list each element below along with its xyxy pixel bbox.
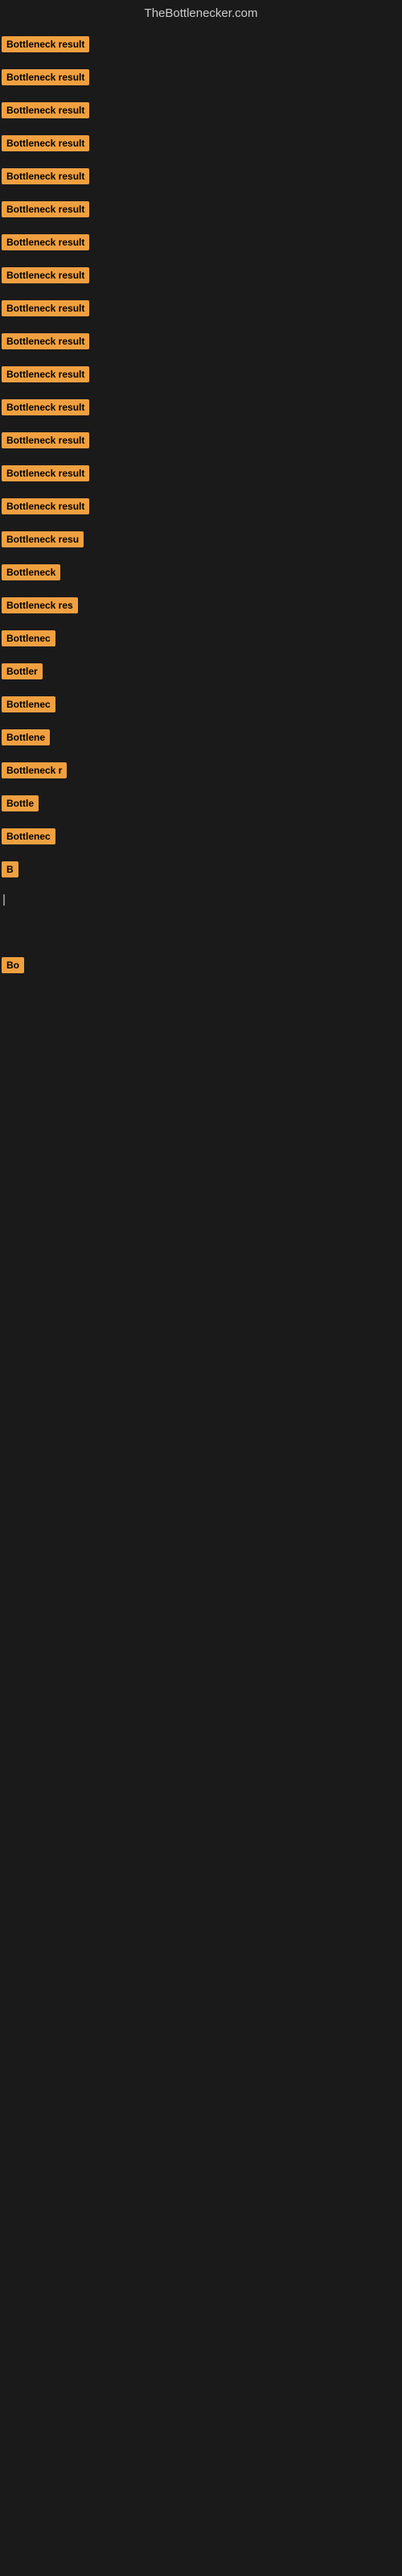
bottleneck-badge[interactable]: Bottle xyxy=(2,795,39,811)
bottleneck-badge[interactable]: Bottleneck result xyxy=(2,333,89,349)
list-item: Bottleneck res xyxy=(2,591,402,624)
bottleneck-badge[interactable]: Bottleneck result xyxy=(2,36,89,52)
bottleneck-badge[interactable]: Bottleneck result xyxy=(2,465,89,481)
list-item xyxy=(2,888,402,912)
site-header: TheBottlenecker.com xyxy=(0,0,402,30)
list-item: Bottleneck result xyxy=(2,261,402,294)
list-item: Bottleneck result xyxy=(2,393,402,426)
list-item: Bottleneck result xyxy=(2,162,402,195)
separator xyxy=(3,894,5,906)
list-item: Bo xyxy=(2,951,402,984)
list-item: Bottleneck result xyxy=(2,228,402,261)
bottleneck-badge[interactable]: Bottlenec xyxy=(2,828,55,844)
bottleneck-badge[interactable]: Bottleneck result xyxy=(2,135,89,151)
list-item: Bottleneck result xyxy=(2,426,402,459)
list-item: Bottlenec xyxy=(2,822,402,855)
bottleneck-badge[interactable]: Bottleneck result xyxy=(2,366,89,382)
list-item: Bottlenec xyxy=(2,624,402,657)
bottleneck-badge[interactable]: B xyxy=(2,861,18,877)
bottleneck-badge[interactable]: Bottleneck result xyxy=(2,102,89,118)
list-item: Bottleneck result xyxy=(2,195,402,228)
list-item: Bottleneck result xyxy=(2,294,402,327)
bottleneck-badge[interactable]: Bottleneck result xyxy=(2,300,89,316)
list-item xyxy=(2,1009,402,1022)
bottleneck-badge[interactable]: Bottleneck r xyxy=(2,762,67,778)
list-item: Bottleneck xyxy=(2,558,402,591)
list-item: Bottleneck result xyxy=(2,492,402,525)
list-item: Bottleneck result xyxy=(2,96,402,129)
list-item: Bottle xyxy=(2,789,402,822)
bottleneck-badge[interactable]: Bottleneck result xyxy=(2,267,89,283)
bottleneck-badge[interactable]: Bottleneck result xyxy=(2,432,89,448)
bottleneck-badge[interactable]: Bottlenec xyxy=(2,696,55,712)
bottleneck-badge[interactable]: Bottleneck resu xyxy=(2,531,84,547)
list-item: Bottlene xyxy=(2,723,402,756)
list-item: B xyxy=(2,855,402,888)
bottleneck-badge[interactable]: Bottlenec xyxy=(2,630,55,646)
list-item xyxy=(2,997,402,1009)
bottleneck-items-container: Bottleneck result Bottleneck result Bottle… xyxy=(0,30,402,1035)
bottleneck-badge[interactable]: Bottleneck result xyxy=(2,168,89,184)
list-item: Bottleneck result xyxy=(2,30,402,63)
list-item: Bottlenec xyxy=(2,690,402,723)
bottleneck-badge[interactable]: Bottleneck xyxy=(2,564,60,580)
list-item xyxy=(2,912,402,925)
list-item xyxy=(2,1022,402,1035)
list-item: Bottleneck result xyxy=(2,129,402,162)
list-item xyxy=(2,984,402,997)
bottleneck-badge[interactable]: Bottleneck res xyxy=(2,597,78,613)
bottleneck-badge[interactable]: Bottleneck result xyxy=(2,69,89,85)
site-title: TheBottlenecker.com xyxy=(145,6,258,20)
bottleneck-badge[interactable]: Bottleneck result xyxy=(2,399,89,415)
list-item: Bottleneck result xyxy=(2,327,402,360)
bottleneck-badge[interactable]: Bottlene xyxy=(2,729,50,745)
list-item: Bottleneck result xyxy=(2,459,402,492)
bottleneck-badge[interactable]: Bottler xyxy=(2,663,43,679)
list-item: Bottleneck r xyxy=(2,756,402,789)
bottleneck-badge[interactable]: Bo xyxy=(2,957,24,973)
list-item: Bottleneck result xyxy=(2,63,402,96)
list-item: Bottler xyxy=(2,657,402,690)
bottleneck-badge[interactable]: Bottleneck result xyxy=(2,498,89,514)
list-item: Bottleneck result xyxy=(2,360,402,393)
list-item xyxy=(2,938,402,951)
list-item xyxy=(2,925,402,938)
bottleneck-badge[interactable]: Bottleneck result xyxy=(2,234,89,250)
bottleneck-badge[interactable]: Bottleneck result xyxy=(2,201,89,217)
list-item: Bottleneck resu xyxy=(2,525,402,558)
